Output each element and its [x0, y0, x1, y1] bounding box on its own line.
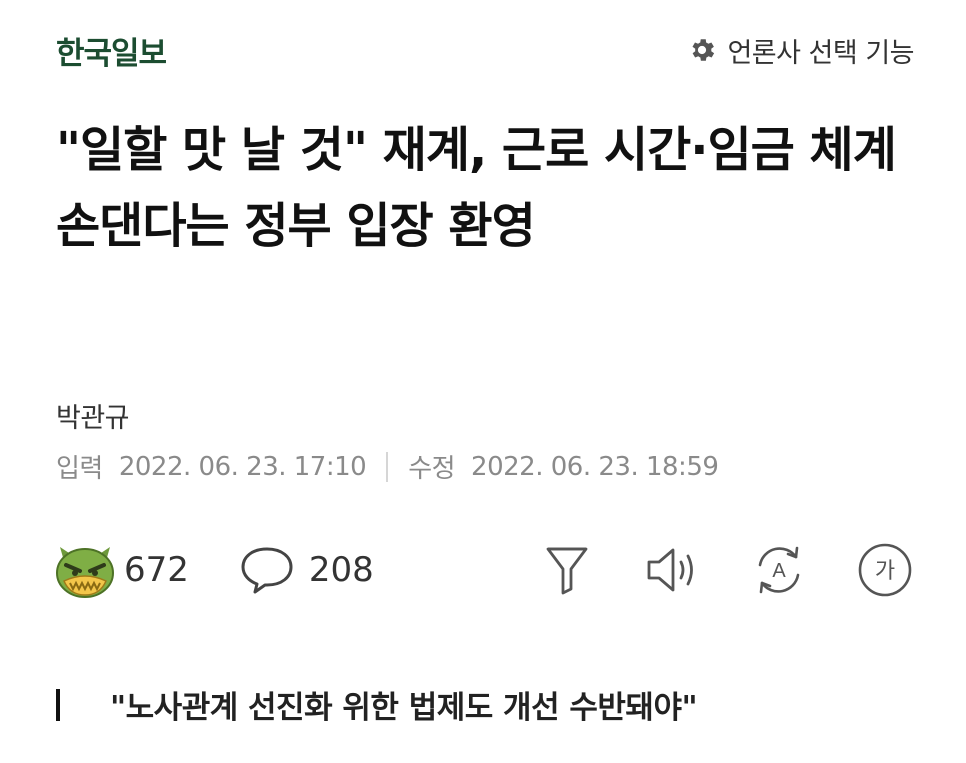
article-tools: A 가: [538, 541, 914, 599]
input-time: 2022. 06. 23. 17:10: [118, 451, 367, 482]
date-divider: [386, 451, 389, 482]
press-select-label: 언론사 선택 기능: [727, 37, 914, 69]
input-label: 입력: [56, 454, 103, 484]
speaker-icon: [647, 548, 693, 592]
comment-count: 208: [308, 550, 374, 590]
reaction-button[interactable]: 672: [54, 541, 189, 599]
article-dates: 입력 2022. 06. 23. 17:10 수정 2022. 06. 23. …: [56, 448, 719, 485]
angry-reaction-icon: [56, 547, 114, 598]
press-name[interactable]: 한국일보: [56, 28, 167, 73]
gear-icon: [692, 39, 715, 61]
translate-icon: A: [758, 546, 800, 594]
font-size-glyph: 가: [875, 559, 895, 584]
reaction-count: 672: [124, 550, 189, 590]
subheading-bar: [56, 688, 60, 721]
translate-glyph: A: [772, 560, 786, 582]
article-subheading: "노사관계 선진화 위한 법제도 개선 수반돼야": [56, 682, 698, 727]
font-size-icon: 가: [858, 543, 912, 597]
press-select-button[interactable]: 언론사 선택 기능: [687, 31, 914, 70]
summary-filter-icon: [546, 547, 588, 595]
modified-label: 수정: [408, 454, 456, 484]
modified-time: 2022. 06. 23. 18:59: [471, 451, 719, 482]
comment-bubble-icon: [241, 547, 293, 594]
font-size-button[interactable]: 가: [856, 541, 914, 599]
article-header: 한국일보 언론사 선택 기능: [56, 22, 914, 78]
summary-button[interactable]: [538, 541, 596, 599]
subheading-text: "노사관계 선진화 위한 법제도 개선 수반돼야": [110, 690, 698, 726]
article-headline: "일할 맛 날 것" 재계, 근로 시간·임금 체계 손댄다는 정부 입장 환영: [56, 122, 897, 254]
comment-button[interactable]: 208: [239, 545, 374, 595]
translate-button[interactable]: A: [750, 541, 808, 599]
reporter-name[interactable]: 박관규: [56, 396, 130, 435]
read-aloud-button[interactable]: [644, 541, 702, 599]
article-actions: 672 208 A 가: [54, 538, 914, 602]
